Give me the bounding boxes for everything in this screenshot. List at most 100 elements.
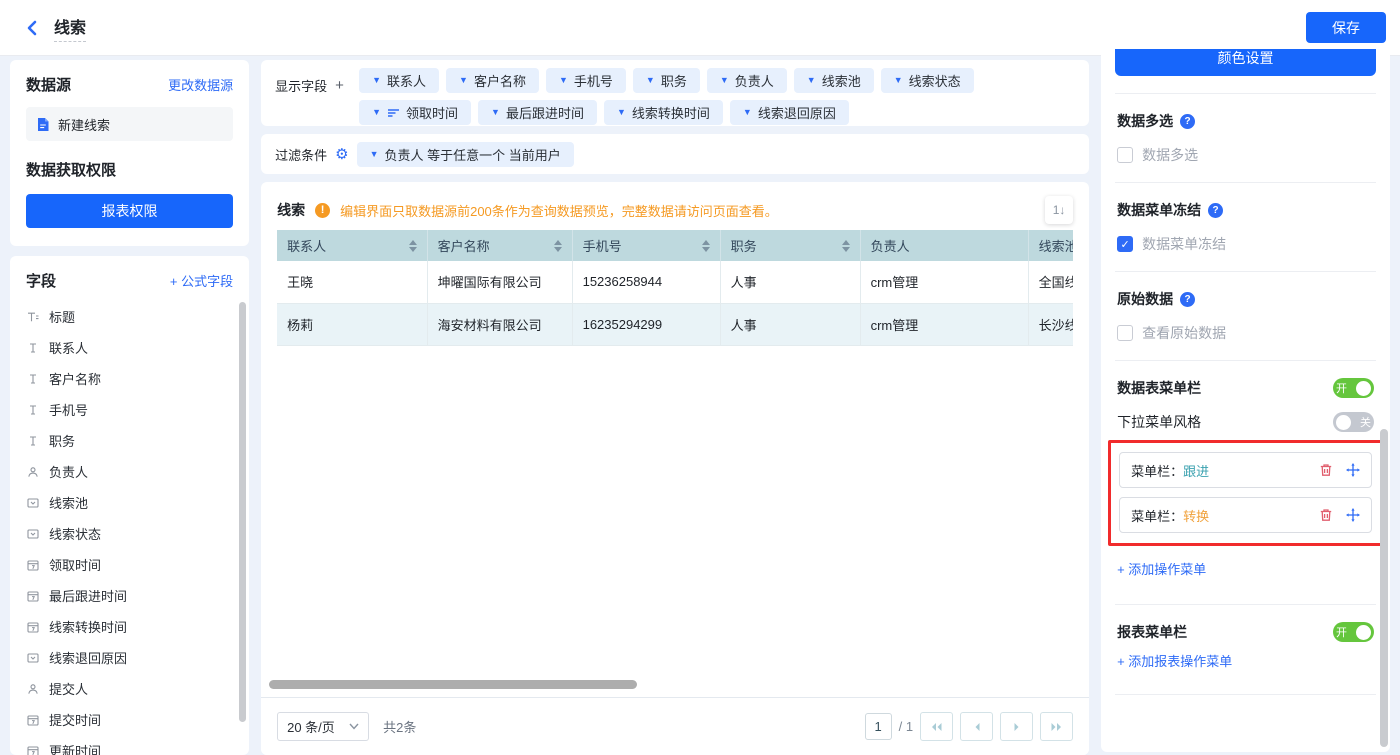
table-cell: 王晓 bbox=[277, 261, 427, 303]
save-button[interactable]: 保存 bbox=[1306, 12, 1386, 43]
delete-icon[interactable] bbox=[1319, 463, 1333, 477]
document-icon bbox=[36, 117, 50, 132]
display-field-chip[interactable]: ▼手机号 bbox=[546, 68, 626, 93]
column-header[interactable]: 手机号 bbox=[572, 230, 720, 261]
field-item[interactable]: 线索退回原因 bbox=[26, 642, 233, 673]
column-header[interactable]: 线索池 bbox=[1028, 230, 1073, 261]
permission-title: 数据获取权限 bbox=[26, 159, 233, 180]
column-header[interactable]: 客户名称 bbox=[427, 230, 572, 261]
person-field-icon bbox=[26, 466, 40, 478]
display-field-chip[interactable]: ▼最后跟进时间 bbox=[478, 100, 597, 125]
column-header[interactable]: 联系人 bbox=[277, 230, 427, 261]
raw-data-checkbox[interactable] bbox=[1117, 325, 1133, 341]
field-item[interactable]: 标题 bbox=[26, 301, 233, 332]
horizontal-scrollbar[interactable] bbox=[269, 680, 637, 689]
add-action-menu-link[interactable]: + 添加操作菜单 bbox=[1117, 559, 1206, 578]
delete-icon[interactable] bbox=[1319, 508, 1333, 522]
page-title: 线索 bbox=[54, 14, 86, 42]
field-item[interactable]: 手机号 bbox=[26, 394, 233, 425]
date-field-icon bbox=[26, 714, 40, 726]
sort-arrows-icon[interactable] bbox=[554, 240, 562, 252]
field-label: 线索状态 bbox=[49, 524, 101, 543]
field-item[interactable]: 联系人 bbox=[26, 332, 233, 363]
display-field-chip[interactable]: ▼线索状态 bbox=[881, 68, 974, 93]
display-field-chip[interactable]: ▼负责人 bbox=[707, 68, 787, 93]
table-title: 线索 bbox=[277, 200, 305, 220]
column-header[interactable]: 职务 bbox=[720, 230, 860, 261]
help-icon[interactable]: ? bbox=[1180, 114, 1195, 129]
app-root: 线索 保存 数据源 更改数据源 新建线索 数据获取权限 bbox=[0, 0, 1400, 755]
display-field-chip[interactable]: ▼联系人 bbox=[359, 68, 439, 93]
fields-scrollbar[interactable] bbox=[239, 302, 246, 722]
multi-select-checkbox[interactable] bbox=[1117, 147, 1133, 163]
sort-arrows-icon[interactable] bbox=[842, 240, 850, 252]
display-field-chips: ▼联系人 ▼客户名称 ▼手机号 ▼职务 ▼负责人 ▼线索池 ▼线索状态 ▼领取时间 ▼最后跟进时… bbox=[359, 68, 1075, 125]
page-size-select[interactable]: 20 条/页 bbox=[277, 712, 369, 741]
table-menu-toggle[interactable]: 开 bbox=[1333, 378, 1374, 398]
field-item[interactable]: 线索状态 bbox=[26, 518, 233, 549]
chevron-down-icon bbox=[349, 723, 359, 730]
settings-panel: 颜色设置 数据多选 ? 数据多选 数据菜单冻结 ? ✓ 数据菜单冻结 bbox=[1101, 49, 1390, 752]
last-page-button[interactable] bbox=[1040, 712, 1073, 741]
field-item[interactable]: 职务 bbox=[26, 425, 233, 456]
help-icon[interactable]: ? bbox=[1180, 292, 1195, 307]
report-menu-toggle[interactable]: 开 bbox=[1333, 622, 1374, 642]
dropdown-style-toggle[interactable]: 关 bbox=[1333, 412, 1374, 432]
column-header[interactable]: 负责人 bbox=[860, 230, 1028, 261]
data-table-wrap: 联系人客户名称手机号职务负责人线索池 王晓坤曜国际有限公司15236258944… bbox=[277, 230, 1073, 346]
table-menu-title: 数据表菜单栏 bbox=[1117, 378, 1201, 398]
text-field-icon bbox=[26, 373, 40, 385]
add-display-field-button[interactable]: + bbox=[335, 77, 344, 94]
fields-title: 字段 bbox=[26, 270, 56, 291]
display-field-chip[interactable]: ▼线索池 bbox=[794, 68, 874, 93]
toggle-off-label: 关 bbox=[1360, 414, 1371, 430]
color-settings-button[interactable]: 颜色设置 bbox=[1115, 49, 1376, 76]
chevron-down-icon: ▼ bbox=[372, 108, 381, 117]
report-permission-button[interactable]: 报表权限 bbox=[26, 194, 233, 228]
toggle-on-label: 开 bbox=[1336, 380, 1347, 396]
field-item[interactable]: 更新时间 bbox=[26, 735, 233, 755]
double-chevron-left-icon bbox=[930, 722, 943, 732]
change-datasource-link[interactable]: 更改数据源 bbox=[168, 75, 233, 94]
move-icon[interactable] bbox=[1346, 508, 1360, 522]
select-field-icon bbox=[26, 497, 40, 509]
table-header-row: 联系人客户名称手机号职务负责人线索池 bbox=[277, 230, 1073, 261]
datasource-item[interactable]: 新建线索 bbox=[26, 107, 233, 141]
filter-condition-chip[interactable]: ▼ 负责人 等于任意一个 当前用户 bbox=[357, 142, 574, 167]
field-item[interactable]: 最后跟进时间 bbox=[26, 580, 233, 611]
date-field-icon bbox=[26, 590, 40, 602]
divider bbox=[1115, 360, 1376, 361]
sort-arrows-icon[interactable] bbox=[409, 240, 417, 252]
field-label: 最后跟进时间 bbox=[49, 586, 127, 605]
field-item[interactable]: 负责人 bbox=[26, 456, 233, 487]
field-item[interactable]: 提交人 bbox=[26, 673, 233, 704]
row-sort-button[interactable]: 1↓ bbox=[1045, 196, 1073, 224]
field-item[interactable]: 线索池 bbox=[26, 487, 233, 518]
add-report-menu-link[interactable]: + 添加报表操作菜单 bbox=[1117, 651, 1232, 670]
back-button[interactable] bbox=[20, 16, 44, 40]
divider bbox=[1115, 694, 1376, 695]
gear-icon[interactable]: ⚙ bbox=[335, 147, 348, 162]
field-item[interactable]: 线索转换时间 bbox=[26, 611, 233, 642]
settings-scrollbar[interactable] bbox=[1380, 429, 1388, 747]
field-label: 提交时间 bbox=[49, 710, 101, 729]
display-field-chip[interactable]: ▼领取时间 bbox=[359, 100, 471, 125]
add-formula-field-link[interactable]: + 公式字段 bbox=[170, 271, 233, 290]
field-item[interactable]: 领取时间 bbox=[26, 549, 233, 580]
move-icon[interactable] bbox=[1346, 463, 1360, 477]
menu-freeze-title: 数据菜单冻结 bbox=[1117, 200, 1201, 220]
prev-page-button[interactable] bbox=[960, 712, 993, 741]
next-page-button[interactable] bbox=[1000, 712, 1033, 741]
display-field-chip[interactable]: ▼线索转换时间 bbox=[604, 100, 723, 125]
field-item[interactable]: 客户名称 bbox=[26, 363, 233, 394]
sort-arrows-icon[interactable] bbox=[702, 240, 710, 252]
select-field-icon bbox=[26, 528, 40, 540]
first-page-button[interactable] bbox=[920, 712, 953, 741]
display-field-chip[interactable]: ▼线索退回原因 bbox=[730, 100, 849, 125]
display-field-chip[interactable]: ▼职务 bbox=[633, 68, 700, 93]
help-icon[interactable]: ? bbox=[1208, 203, 1223, 218]
menu-freeze-checkbox[interactable]: ✓ bbox=[1117, 236, 1133, 252]
field-item[interactable]: 提交时间 bbox=[26, 704, 233, 735]
current-page-input[interactable]: 1 bbox=[865, 713, 892, 740]
display-field-chip[interactable]: ▼客户名称 bbox=[446, 68, 539, 93]
